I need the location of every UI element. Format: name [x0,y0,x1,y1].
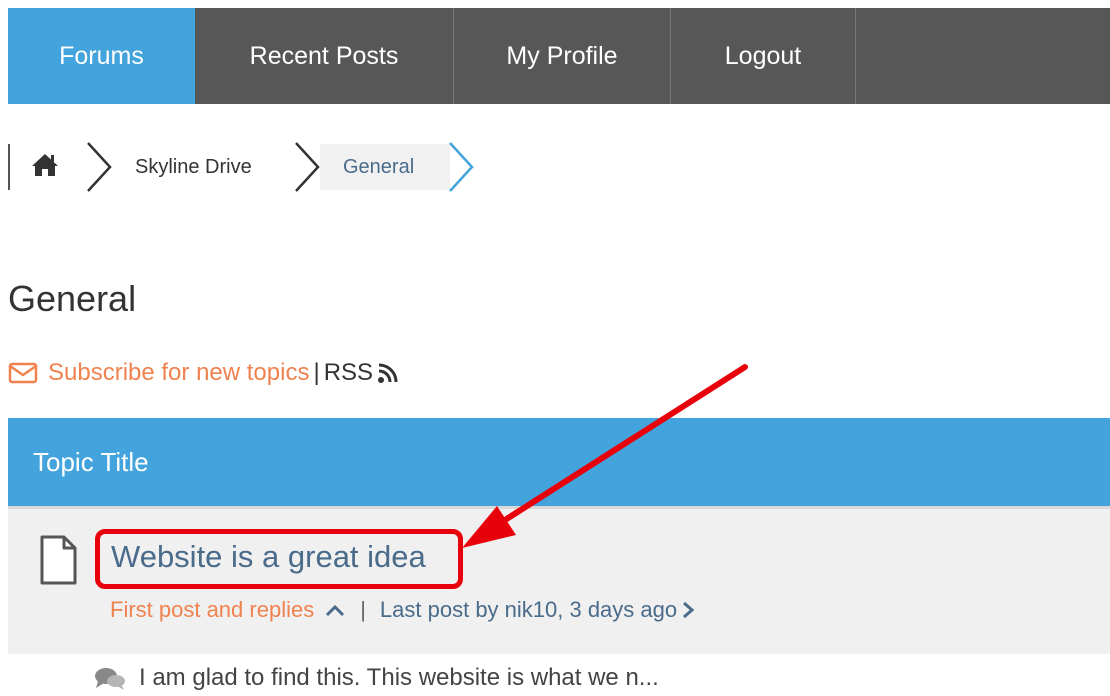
separator: | [360,597,366,622]
rss-link[interactable]: RSS [324,359,373,387]
subscribe-row: Subscribe for new topics | RSS [8,357,399,389]
separator: | [313,359,320,386]
chevron-up-icon[interactable] [324,602,346,618]
topic-row: Website is a great idea First post and r… [8,506,1110,654]
page-title: General [8,278,137,319]
subscribe-new-topics-link[interactable]: Subscribe for new topics [48,359,309,387]
first-post-and-replies-link[interactable]: First post and replies [110,597,314,623]
top-nav: Forums Recent Posts My Profile Logout [8,8,1110,104]
topic-table-header: Topic Title [8,418,1110,506]
topic-title-link[interactable]: Website is a great idea [111,539,426,575]
nav-item-recent-posts[interactable]: Recent Posts [195,8,454,104]
breadcrumb-chevron-icon [449,142,474,192]
breadcrumb-item-skyline-drive[interactable]: Skyline Drive [135,156,252,179]
rss-icon[interactable] [377,362,399,384]
envelope-icon [8,362,38,384]
breadcrumb-chevron-icon [87,142,112,192]
comments-icon [95,668,125,690]
forum-page: Forums Recent Posts My Profile Logout Sk… [0,0,1110,696]
home-icon[interactable] [30,152,60,178]
document-icon [40,535,77,585]
topic-title-column-label: Topic Title [33,446,149,477]
breadcrumb-chevron-icon [295,142,320,192]
breadcrumb-divider [8,144,10,190]
nav-item-my-profile[interactable]: My Profile [454,8,671,104]
last-post-link[interactable]: Last post by nik10, 3 days ago [380,597,677,623]
nav-item-logout[interactable]: Logout [671,8,856,104]
chevron-right-icon[interactable] [681,601,695,619]
nav-item-forums[interactable]: Forums [8,8,195,104]
snippet-text: I am glad to find this. This website is … [139,664,659,691]
breadcrumb-item-general[interactable]: General [343,156,414,179]
topic-meta: First post and replies | Last post by ni… [110,597,695,623]
breadcrumb: Skyline Drive General [8,138,508,198]
post-snippet: I am glad to find this. This website is … [93,664,659,692]
